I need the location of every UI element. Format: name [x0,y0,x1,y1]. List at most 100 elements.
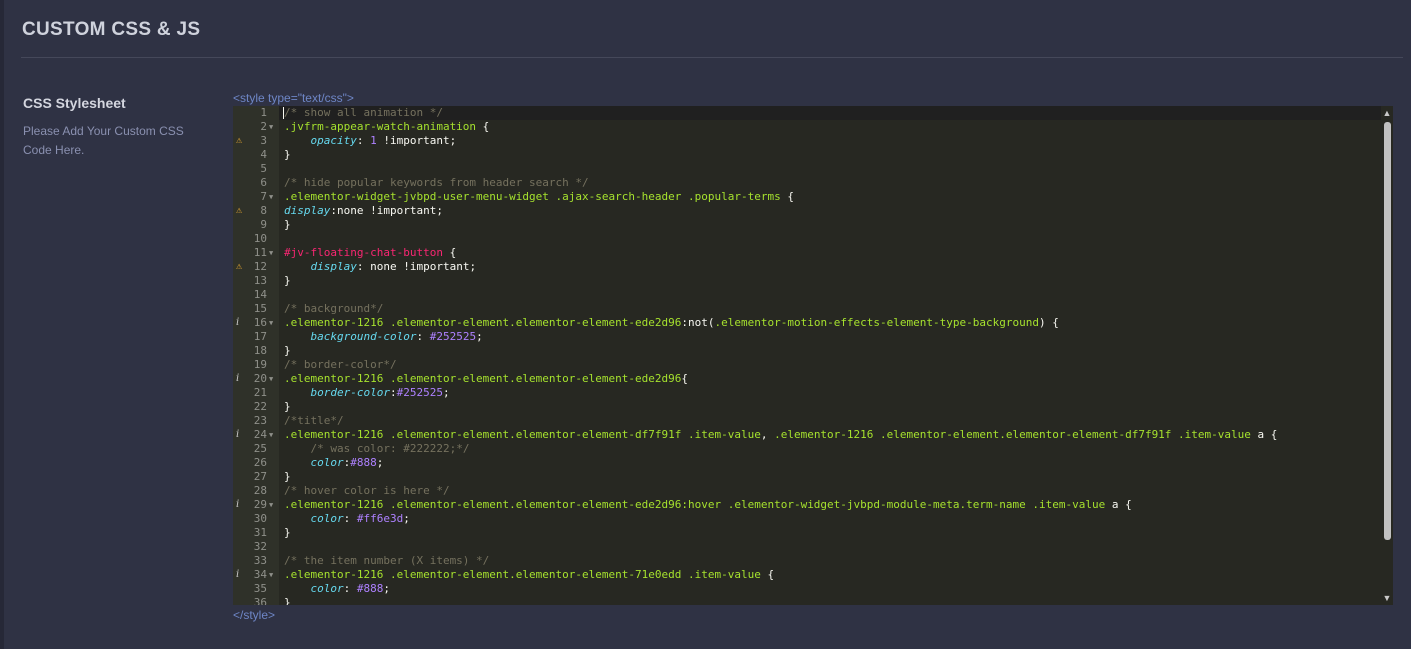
code-line[interactable]: 23 /*title*/ [233,414,1381,428]
code-token: : [389,386,397,399]
line-number: 23 [253,414,267,427]
section-title: CSS Stylesheet [23,95,126,111]
scroll-down-icon[interactable]: ▼ [1381,592,1393,604]
code-token: /* border-color*/ [284,358,397,371]
code-line[interactable]: 36} [233,596,1381,605]
code-line[interactable]: 21 border-color:#252525; [233,386,1381,400]
fold-toggle-icon[interactable]: ▼ [269,498,273,512]
code-line[interactable]: ⚠ 3 opacity: 1 !important; [233,134,1381,148]
code-token: { [476,120,490,133]
code-token: : [343,582,357,595]
code-line[interactable]: 18} [233,344,1381,358]
code-line[interactable]: 33 /* the item number (X items) */ [233,554,1381,568]
code-line[interactable]: 13} [233,274,1381,288]
code-token: ; [476,330,483,343]
code-token: .elementor-1216 .elementor-element.eleme… [284,372,682,385]
code-line[interactable]: i 16 ▼ .elementor-1216 .elementor-element.e… [233,316,1381,330]
code-text: /* hover color is here */ [284,484,450,498]
code-line[interactable]: 26 color:#888; [233,456,1381,470]
code-line[interactable]: 6 /* hide popular keywords from header se… [233,176,1381,190]
fold-toggle-icon[interactable]: ▼ [269,246,273,260]
code-line[interactable]: i 24 ▼ .elementor-1216 .elementor-element.e… [233,428,1381,442]
code-token: .elementor-motion-effects-element-type-b… [714,316,1039,329]
code-line[interactable]: i 34 ▼ .elementor-1216 .elementor-element.e… [233,568,1381,582]
code-text: /* background*/ [284,302,383,316]
scrollbar-thumb[interactable] [1384,122,1391,540]
code-line[interactable]: 1 /* show all animation */ [233,106,1381,120]
code-token: !important; [363,204,443,217]
code-text: } [284,218,291,232]
code-token: background-color [310,330,417,343]
code-line[interactable]: 27} [233,470,1381,484]
code-line[interactable]: 17 background-color: #252525; [233,330,1381,344]
fold-toggle-icon[interactable]: ▼ [269,428,273,442]
line-number: 20 [253,372,267,385]
header-divider [21,57,1403,58]
code-token: : [356,134,371,147]
fold-toggle-icon[interactable]: ▼ [269,120,273,134]
code-line[interactable]: 2 ▼ .jvfrm-appear-watch-animation { [233,120,1381,134]
left-edge-bar [0,0,4,649]
code-lines[interactable]: 1/* show all animation */2 ▼ .jvfrm-appear… [233,106,1381,605]
fold-toggle-icon[interactable]: ▼ [269,190,273,204]
code-token: } [284,596,291,605]
code-text: .elementor-1216 .elementor-element.eleme… [284,372,688,386]
line-number: 10 [253,232,267,245]
code-line[interactable]: ⚠ 8 display:none !important; [233,204,1381,218]
code-token: } [284,148,291,161]
code-text: } [284,148,291,162]
code-line[interactable]: 4} [233,148,1381,162]
style-open-tag: <style type="text/css"> [233,91,354,105]
code-line[interactable]: i 20 ▼ .elementor-1216 .elementor-element.e… [233,372,1381,386]
code-line[interactable]: 32 [233,540,1381,554]
code-line[interactable]: 10 [233,232,1381,246]
code-line[interactable]: 5 [233,162,1381,176]
code-line[interactable]: 11 ▼ #jv-floating-chat-button { [233,246,1381,260]
code-line[interactable]: ⚠ 12 display: none !important; [233,260,1381,274]
line-number: 22 [253,400,267,413]
code-token: .jvfrm-appear-watch-animation [284,120,477,133]
code-token: : [330,204,337,217]
line-number: 13 [253,274,267,287]
code-line[interactable]: 15 /* background*/ [233,302,1381,316]
code-token: /* the item number (X items) */ [284,554,490,567]
line-number: 7 [260,190,267,203]
vertical-scrollbar[interactable]: ▲ ▼ [1381,106,1393,605]
css-code-editor[interactable]: 1/* show all animation */2 ▼ .jvfrm-appear… [233,106,1393,605]
code-token: : [343,512,357,525]
code-line[interactable]: 35 color: #888; [233,582,1381,596]
scroll-up-icon[interactable]: ▲ [1381,107,1393,119]
code-token: ) { [1039,316,1059,329]
code-token: .elementor-1216 .elementor-element.eleme… [774,428,1251,441]
code-line[interactable]: 22} [233,400,1381,414]
code-text: } [284,274,291,288]
code-token: 1 [370,134,377,147]
code-token: , [760,428,775,441]
code-token: /* hide popular keywords from header sea… [284,176,589,189]
code-line[interactable]: 14 [233,288,1381,302]
line-number: 31 [253,526,267,539]
fold-toggle-icon[interactable]: ▼ [269,316,273,330]
code-line[interactable]: i 29 ▼ .elementor-1216 .elementor-element.e… [233,498,1381,512]
line-number: 34 [253,568,267,581]
code-line[interactable]: 31} [233,526,1381,540]
code-line[interactable]: 25 /* was color: #222222;*/ [233,442,1381,456]
code-text: .elementor-widget-jvbpd-user-menu-widget… [284,190,794,204]
code-line[interactable]: 9} [233,218,1381,232]
code-line[interactable]: 7 ▼ .elementor-widget-jvbpd-user-menu-widg… [233,190,1381,204]
fold-toggle-icon[interactable]: ▼ [269,372,273,386]
code-line[interactable]: 28 /* hover color is here */ [233,484,1381,498]
line-number: 26 [253,456,267,469]
code-text: .elementor-1216 .elementor-element.eleme… [284,428,1277,442]
fold-toggle-icon[interactable]: ▼ [269,568,273,582]
code-token: .elementor-1216 .elementor-element.eleme… [284,498,682,511]
code-line[interactable]: 19 /* border-color*/ [233,358,1381,372]
code-token: none [336,204,364,217]
code-line[interactable]: 30 color: #ff6e3d; [233,512,1381,526]
line-number: 32 [253,540,267,553]
code-token: opacity [310,134,357,147]
code-token: ; [383,582,390,595]
code-token: ; [442,386,450,399]
